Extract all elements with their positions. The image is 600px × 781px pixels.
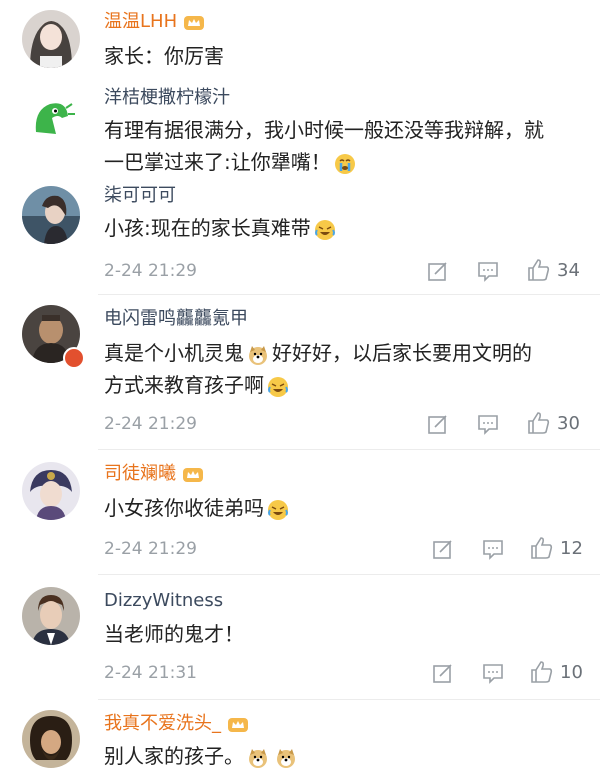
verified-badge-icon [63,347,85,369]
timestamp: 2-24 21:29 [104,261,197,281]
comment-item: 我真不爱洗头_ 别人家的孩子。 [0,700,600,781]
comment-text: 别人家的孩子。 [104,740,300,772]
comment-text: 当老师的鬼才！ [104,622,244,646]
laughing-tears-emoji-icon [314,219,335,240]
like-count: 10 [560,662,583,683]
timestamp: 2-24 21:29 [104,539,197,559]
comment-text: 真是个小机灵鬼 好好好，以后家长要用文明的 [104,341,532,365]
comment-item: 司徒斓曦 小女孩你收徒弟吗 2-24 21:29 12 [0,450,600,575]
laughing-tears-emoji-icon [268,499,288,520]
repost-icon[interactable] [427,260,449,282]
like-count: 12 [560,538,583,559]
username[interactable]: 我真不爱洗头_ [104,712,249,736]
avatar[interactable] [22,186,80,244]
laughing-tears-emoji-icon [268,376,288,397]
thumbs-up-icon[interactable] [530,660,554,684]
username[interactable]: 洋桔梗撒柠檬汁 [104,86,230,110]
comment-icon[interactable] [482,538,504,560]
doge-emoji-icon [249,345,267,365]
timestamp: 2-24 21:29 [104,414,197,434]
username[interactable]: 司徒斓曦 [104,462,204,486]
comment-item: 温温LHH 家长：你厉害 [0,0,600,80]
avatar[interactable] [22,710,80,768]
like-count: 34 [557,260,580,281]
username[interactable]: 柒可可可 [104,184,176,208]
comment-text: 一巴掌过来了:让你犟嘴！ [104,146,359,178]
comment-text: 小孩:现在的家长真难带 [104,212,339,244]
thumbs-up-icon[interactable] [527,411,551,435]
comment-item: 电闪雷鸣龘龘氪甲 真是个小机灵鬼 好好好，以后家长要用文明的 方式来教育孩子啊 2… [0,295,600,450]
avatar[interactable] [22,587,80,645]
vip-crown-icon [183,468,203,482]
crying-emoji-icon [334,153,355,174]
username[interactable]: 电闪雷鸣龘龘氪甲 [104,307,248,331]
comment-item: DizzyWitness 当老师的鬼才！ 2-24 21:31 10 [0,575,600,700]
comment-text: 有理有据很满分，我小时候一般还没等我辩解，就 [104,118,544,142]
doge-emoji-icon [277,748,295,768]
like-count: 30 [557,413,580,434]
vip-crown-icon [184,16,205,30]
avatar[interactable] [22,462,80,520]
repost-icon[interactable] [432,662,454,684]
username[interactable]: DizzyWitness [104,589,223,613]
timestamp: 2-24 21:31 [104,663,197,683]
username[interactable]: 温温LHH [104,10,205,34]
thumbs-up-icon[interactable] [530,536,554,560]
doge-emoji-icon [249,748,267,768]
vip-crown-icon [228,718,248,732]
comment-icon[interactable] [477,413,499,435]
comment-item: 柒可可可 小孩:现在的家长真难带 2-24 21:29 34 [0,180,600,295]
comment-text: 方式来教育孩子啊 [104,369,292,401]
comment-text: 小女孩你收徒弟吗 [104,492,292,524]
comment-icon[interactable] [477,260,499,282]
avatar[interactable] [22,88,80,146]
repost-icon[interactable] [427,413,449,435]
repost-icon[interactable] [432,538,454,560]
avatar[interactable] [22,10,80,68]
thumbs-up-icon[interactable] [527,258,551,282]
comment-icon[interactable] [482,662,504,684]
comment-text: 家长：你厉害 [104,44,224,68]
comment-item: 洋桔梗撒柠檬汁 有理有据很满分，我小时候一般还没等我辩解，就 一巴掌过来了:让你… [0,80,600,180]
